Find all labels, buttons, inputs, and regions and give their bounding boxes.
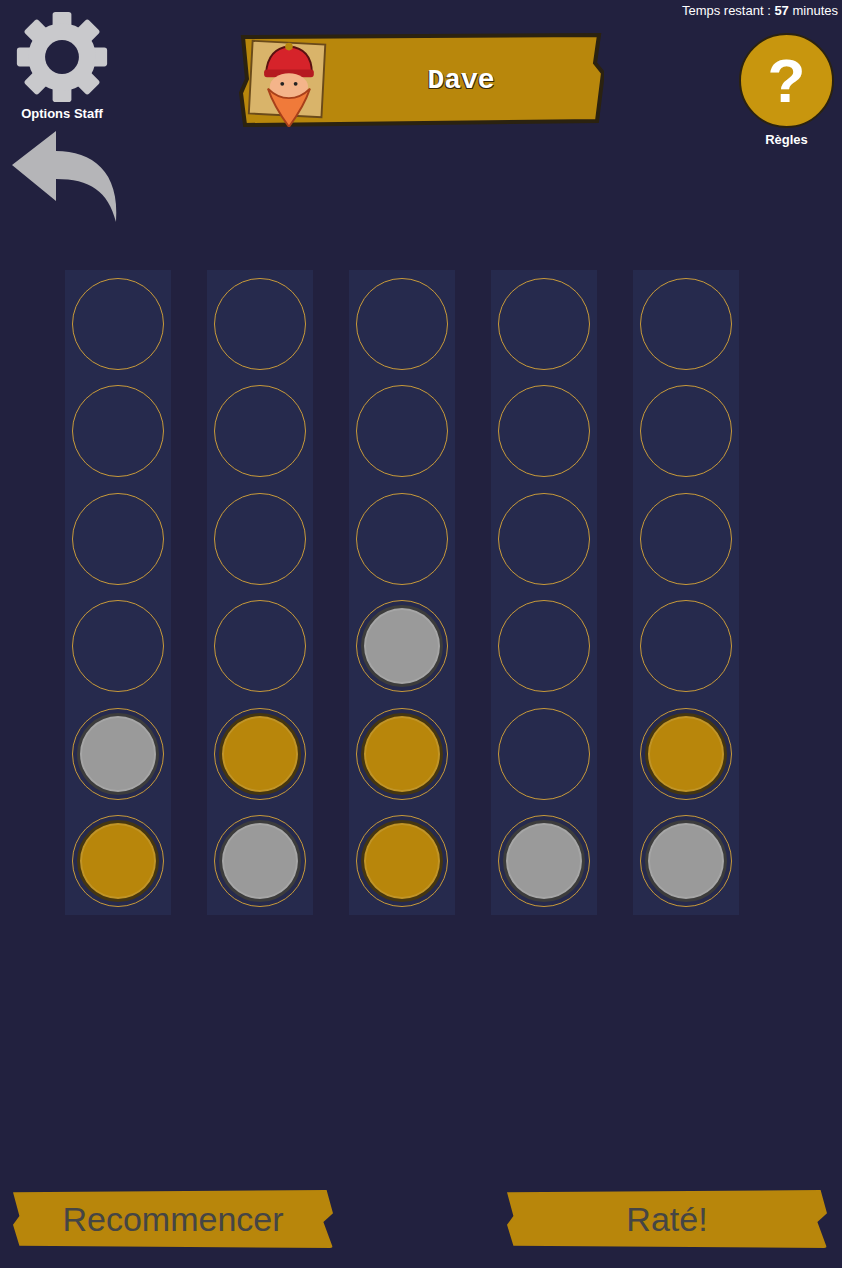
piece (361, 713, 443, 795)
tools: Options Staff (0, 0, 120, 224)
slot (640, 385, 732, 477)
board-cell (349, 593, 455, 701)
board-cell (207, 378, 313, 486)
board-cell (491, 378, 597, 486)
slot (640, 815, 732, 907)
slot (640, 708, 732, 800)
board-cell (633, 593, 739, 701)
board-cell (65, 485, 171, 593)
slot (72, 278, 164, 370)
slot (214, 708, 306, 800)
piece (645, 713, 727, 795)
board-cell (207, 485, 313, 593)
board-column[interactable] (349, 270, 455, 915)
board-cell (491, 700, 597, 808)
time-remaining: Temps restant : 57 minutes (682, 3, 838, 19)
board-cell (65, 270, 171, 378)
board-column[interactable] (65, 270, 171, 915)
piece (361, 820, 443, 902)
slot (356, 493, 448, 585)
piece (645, 820, 727, 902)
slot (498, 278, 590, 370)
board-cell (207, 808, 313, 916)
back-arrow-icon[interactable] (10, 129, 120, 224)
slot (498, 708, 590, 800)
board-cell (633, 378, 739, 486)
slot (72, 600, 164, 692)
actions: Recommencer Raté! (0, 1190, 842, 1268)
piece (77, 820, 159, 902)
slot (72, 385, 164, 477)
slot (356, 815, 448, 907)
rules-button[interactable]: ? Règles (739, 33, 834, 147)
board-cell (491, 270, 597, 378)
board-column[interactable] (633, 270, 739, 915)
rules-label: Règles (765, 132, 808, 147)
board-cell (633, 270, 739, 378)
piece (77, 713, 159, 795)
header: Options Staff Dave Temps restant : 57 mi… (0, 0, 842, 232)
board-cell (65, 593, 171, 701)
slot (640, 600, 732, 692)
board-cell (349, 270, 455, 378)
action-button[interactable]: Recommencer (13, 1190, 333, 1248)
board-cell (491, 485, 597, 593)
board (0, 270, 842, 915)
gear-icon[interactable] (15, 10, 109, 104)
slot (498, 385, 590, 477)
slot (498, 493, 590, 585)
slot (214, 278, 306, 370)
piece (503, 820, 585, 902)
board-cell (633, 485, 739, 593)
slot (214, 600, 306, 692)
slot (214, 385, 306, 477)
piece (219, 820, 301, 902)
piece (219, 713, 301, 795)
action-button[interactable]: Raté! (507, 1190, 827, 1248)
piece (361, 605, 443, 687)
board-cell (349, 378, 455, 486)
slot (356, 385, 448, 477)
board-column[interactable] (491, 270, 597, 915)
board-cell (207, 700, 313, 808)
slot (356, 278, 448, 370)
dwarf-avatar-icon (245, 33, 331, 127)
slot (498, 815, 590, 907)
board-cell (65, 378, 171, 486)
board-cell (349, 700, 455, 808)
board-cell (65, 808, 171, 916)
slot (214, 815, 306, 907)
board-cell (207, 593, 313, 701)
board-cell (491, 808, 597, 916)
slot (72, 708, 164, 800)
slot (356, 708, 448, 800)
board-cell (633, 808, 739, 916)
question-icon[interactable]: ? (739, 33, 834, 128)
slot (214, 493, 306, 585)
slot (72, 815, 164, 907)
board-cell (633, 700, 739, 808)
player-name: Dave (331, 65, 592, 96)
player-banner: Dave (239, 33, 604, 127)
info: Temps restant : 57 minutes ? Règles (682, 0, 842, 147)
slot (356, 600, 448, 692)
slot (640, 493, 732, 585)
board-cell (491, 593, 597, 701)
staff-options-label: Options Staff (21, 106, 103, 121)
game-screen: Options Staff Dave Temps restant : 57 mi… (0, 0, 842, 1268)
slot (498, 600, 590, 692)
board-cell (349, 808, 455, 916)
board-cell (349, 485, 455, 593)
board-column[interactable] (207, 270, 313, 915)
board-cell (207, 270, 313, 378)
slot (640, 278, 732, 370)
slot (72, 493, 164, 585)
board-cell (65, 700, 171, 808)
staff-options-button[interactable]: Options Staff (10, 10, 114, 121)
